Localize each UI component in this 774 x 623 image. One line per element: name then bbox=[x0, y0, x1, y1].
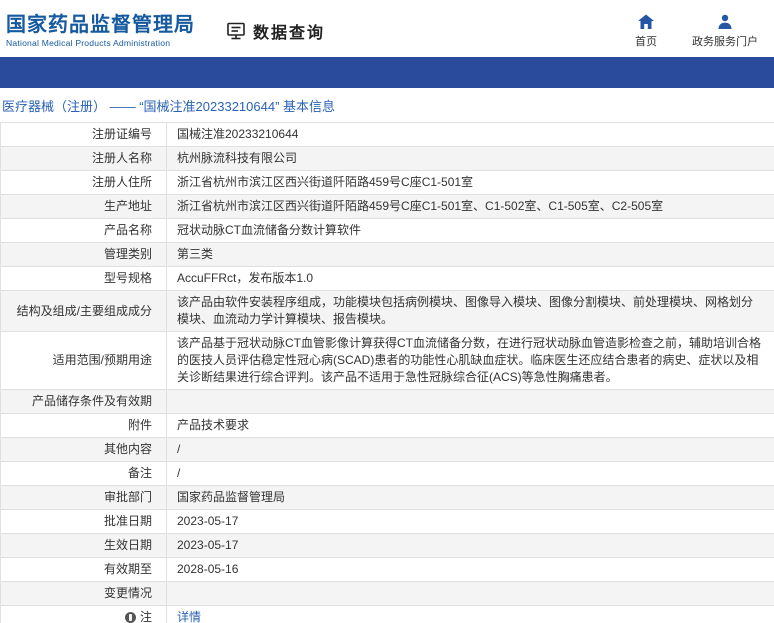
nav-item-portal[interactable]: 政务服务门户 bbox=[692, 13, 758, 49]
table-row: 审批部门 国家药品监督管理局 bbox=[1, 486, 774, 511]
table-row: 附件 产品技术要求 bbox=[1, 414, 774, 439]
table-row: 批准日期 2023-05-17 bbox=[1, 510, 774, 535]
row-value bbox=[167, 390, 774, 413]
row-value: AccuFFRct，发布版本1.0 bbox=[177, 271, 314, 286]
row-label: 生效日期 bbox=[1, 534, 167, 558]
row-label: 注册人名称 bbox=[1, 147, 167, 171]
row-value: 国械注准20233210644 bbox=[177, 127, 299, 141]
table-row: 生产地址 浙江省杭州市滨江区西兴街道阡陌路459号C座C1-501室、C1-502… bbox=[1, 195, 774, 220]
row-value: 2023-05-17 bbox=[177, 538, 239, 553]
row-label: 结构及组成/主要组成成分 bbox=[1, 291, 167, 332]
row-label: 产品储存条件及有效期 bbox=[1, 390, 167, 414]
row-label: 有效期至 bbox=[1, 558, 167, 582]
table-row: 其他内容 / bbox=[1, 438, 774, 463]
row-label: 注册人住所 bbox=[1, 171, 167, 195]
top-nav: 首页 政务服务门户 bbox=[626, 13, 764, 49]
detail-link[interactable]: 详情 bbox=[177, 610, 201, 623]
row-value: 第三类 bbox=[177, 247, 214, 262]
table-row: 注册人住所 浙江省杭州市滨江区西兴街道阡陌路459号C座C1-501室 bbox=[1, 171, 774, 196]
nav-item-home[interactable]: 首页 bbox=[626, 13, 666, 49]
row-label: 注册证编号 bbox=[1, 123, 167, 147]
nav-item-label: 首页 bbox=[635, 35, 657, 48]
row-value bbox=[167, 582, 774, 605]
row-label: 变更情况 bbox=[1, 582, 167, 606]
row-value: 国家药品监督管理局 bbox=[177, 490, 286, 505]
nav-item-label: 政务服务门户 bbox=[692, 35, 758, 48]
breadcrumb: 医疗器械（注册） —— “国械注准20233210644” 基本信息 bbox=[0, 88, 774, 122]
table-row: 产品名称 冠状动脉CT血流储备分数计算软件 bbox=[1, 219, 774, 244]
row-value: / bbox=[177, 442, 181, 457]
site-subtitle: National Medical Products Administration bbox=[6, 38, 171, 48]
row-value: 详情 bbox=[167, 606, 774, 623]
table-row: 注册人名称 杭州脉流科技有限公司 bbox=[1, 147, 774, 172]
table-row: 变更情况 bbox=[1, 582, 774, 607]
table-row: 管理类别 第三类 bbox=[1, 243, 774, 268]
row-label: 生产地址 bbox=[1, 195, 167, 219]
user-icon bbox=[716, 13, 734, 31]
row-value: 浙江省杭州市滨江区西兴街道阡陌路459号C座C1-501室 bbox=[177, 175, 474, 190]
row-value: 杭州脉流科技有限公司 bbox=[177, 151, 298, 166]
row-value: 2028-05-16 bbox=[177, 562, 239, 577]
home-icon bbox=[637, 13, 655, 31]
section-data-query: 数据查询 bbox=[225, 19, 325, 43]
site-title: 国家药品监督管理局 bbox=[6, 14, 195, 36]
row-label: 注 bbox=[1, 606, 167, 623]
table-row: 注册证编号 国械注准20233210644 bbox=[1, 123, 774, 148]
row-value: 该产品基于冠状动脉CT血管影像计算获得CT血流储备分数，在进行冠状动脉血管造影检… bbox=[177, 336, 761, 385]
section-title: 数据查询 bbox=[253, 24, 326, 42]
site-header: 国家药品监督管理局 National Medical Products Admi… bbox=[0, 0, 774, 57]
row-value: 该产品由软件安装程序组成，功能模块包括病例模块、图像导入模块、图像分割模块、前处… bbox=[177, 295, 754, 327]
data-query-icon bbox=[225, 20, 247, 42]
row-label: 附件 bbox=[1, 414, 167, 438]
row-label: 审批部门 bbox=[1, 486, 167, 510]
row-value: 2023-05-17 bbox=[177, 514, 239, 529]
table-row: 生效日期 2023-05-17 bbox=[1, 534, 774, 559]
row-label: 适用范围/预期用途 bbox=[1, 332, 167, 390]
row-label: 产品名称 bbox=[1, 219, 167, 243]
row-label: 管理类别 bbox=[1, 243, 167, 267]
row-value: 浙江省杭州市滨江区西兴街道阡陌路459号C座C1-501室、C1-502室、C1… bbox=[177, 199, 664, 214]
row-value: / bbox=[177, 466, 181, 481]
row-label: 其他内容 bbox=[1, 438, 167, 462]
table-row: 产品储存条件及有效期 bbox=[1, 390, 774, 415]
table-row: 适用范围/预期用途 该产品基于冠状动脉CT血管影像计算获得CT血流储备分数，在进行… bbox=[1, 332, 774, 391]
row-label: 批准日期 bbox=[1, 510, 167, 534]
table-row: 结构及组成/主要组成成分 该产品由软件安装程序组成，功能模块包括病例模块、图像导入… bbox=[1, 291, 774, 333]
row-label: 备注 bbox=[1, 462, 167, 486]
row-label: 型号规格 bbox=[1, 267, 167, 291]
row-value: 冠状动脉CT血流储备分数计算软件 bbox=[177, 223, 361, 238]
site-logo[interactable]: 国家药品监督管理局 National Medical Products Admi… bbox=[6, 13, 195, 48]
row-value: 产品技术要求 bbox=[177, 418, 250, 433]
note-icon bbox=[124, 612, 136, 623]
table-row: 注详情 bbox=[1, 606, 774, 623]
table-row: 有效期至 2028-05-16 bbox=[1, 558, 774, 583]
info-table: 注册证编号 国械注准20233210644 注册人名称 杭州脉流科技有限公司 注册人住所… bbox=[0, 122, 774, 623]
table-row: 备注 / bbox=[1, 462, 774, 487]
main-nav-bar bbox=[0, 57, 774, 88]
table-row: 型号规格 AccuFFRct，发布版本1.0 bbox=[1, 267, 774, 292]
